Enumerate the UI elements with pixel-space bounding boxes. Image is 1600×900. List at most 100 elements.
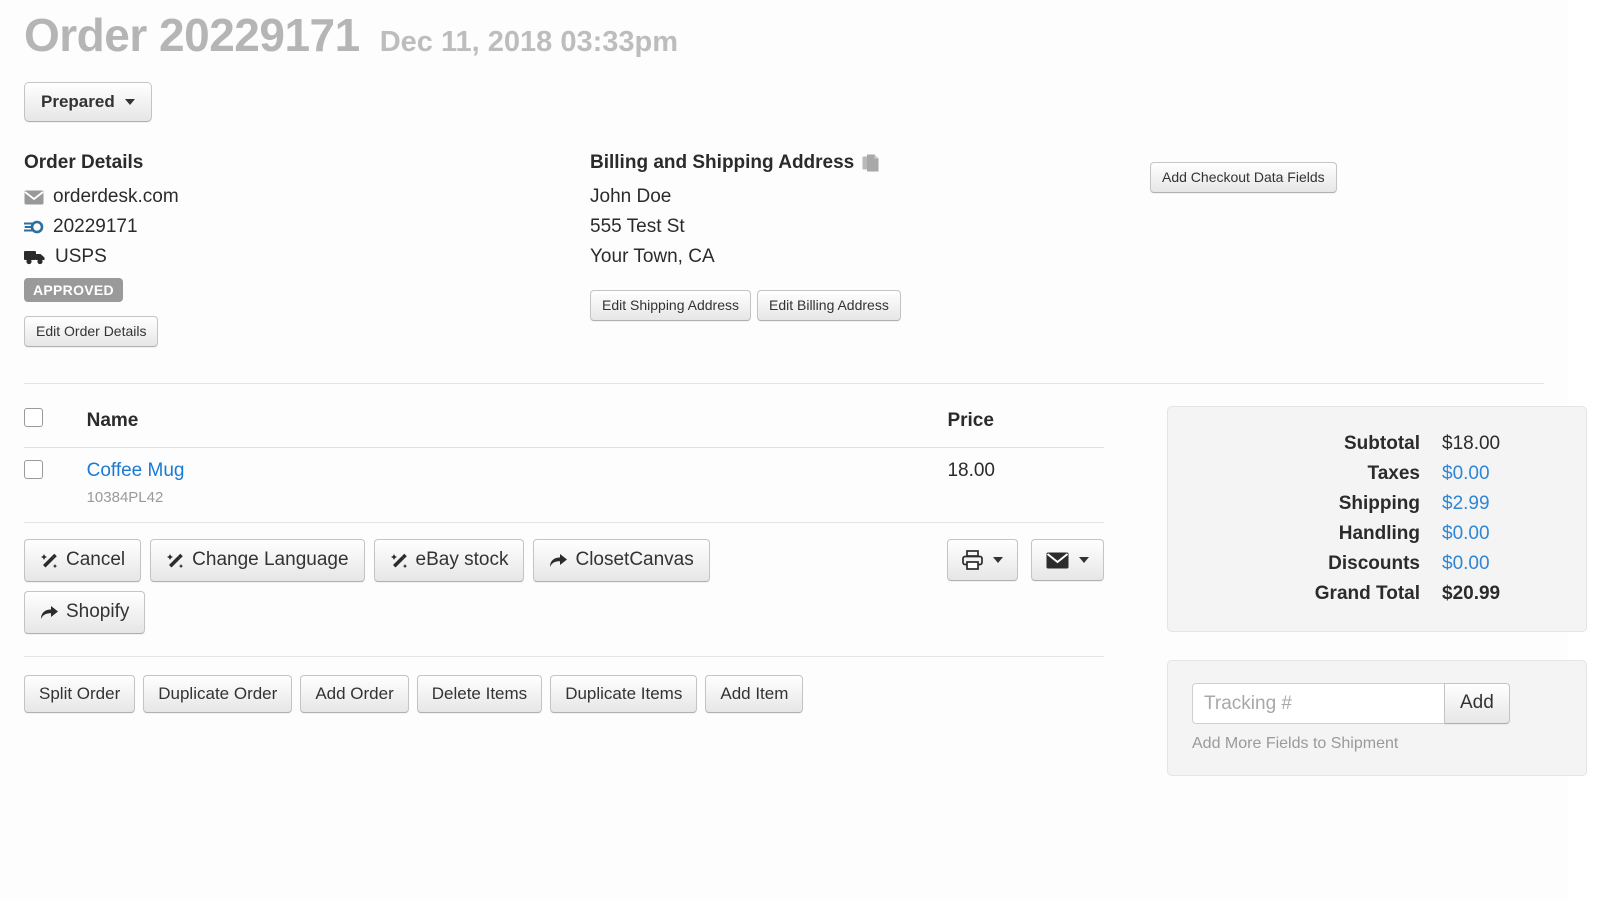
items-column: Name Price Coffee Mug 10384PL42 18.00 Ca… (24, 384, 1127, 714)
totals-row-discounts: Discounts $0.00 (1192, 549, 1562, 579)
order-source-line: orderdesk.com (24, 182, 590, 212)
add-more-fields-link[interactable]: Add More Fields to Shipment (1192, 735, 1562, 753)
order-body: Name Price Coffee Mug 10384PL42 18.00 Ca… (24, 384, 1587, 776)
item-name-cell: Coffee Mug 10384PL42 (86, 447, 948, 524)
share-arrow-icon (40, 604, 59, 621)
totals-row-shipping: Shipping $2.99 (1192, 489, 1562, 519)
order-source-value: orderdesk.com (53, 186, 179, 208)
chevron-down-icon (993, 557, 1003, 564)
totals-label: Subtotal (1344, 433, 1420, 455)
duplicate-order-button[interactable]: Duplicate Order (143, 674, 293, 714)
order-number-value: 20229171 (53, 216, 138, 238)
copy-icon[interactable] (862, 154, 879, 173)
action-shopify-button[interactable]: Shopify (24, 590, 146, 634)
edit-order-details-button[interactable]: Edit Order Details (24, 316, 159, 348)
totals-row-subtotal: Subtotal $18.00 (1192, 429, 1562, 459)
address-line: Your Town, CA (590, 246, 715, 268)
totals-row-taxes: Taxes $0.00 (1192, 459, 1562, 489)
printer-icon (962, 550, 983, 571)
totals-value[interactable]: $0.00 (1420, 549, 1562, 579)
edit-shipping-address-button[interactable]: Edit Shipping Address (590, 290, 751, 322)
item-sku: 10384PL42 (86, 489, 164, 507)
totals-list: Subtotal $18.00 Taxes $0.00 Shipping $2.… (1192, 429, 1562, 609)
action-cancel-button[interactable]: Cancel (24, 539, 142, 582)
action-label: Change Language (192, 549, 349, 571)
totals-value: $20.99 (1442, 583, 1501, 605)
tracking-row: Add (1192, 683, 1562, 724)
order-detail-page: Order 20229171 Dec 11, 2018 03:33pm Prep… (0, 0, 1587, 900)
envelope-icon (1046, 552, 1069, 569)
action-label: Cancel (66, 549, 126, 571)
action-label: ClosetCanvas (575, 549, 694, 571)
totals-value: $18.00 (1442, 433, 1501, 455)
totals-row-grand-total: Grand Total $20.99 (1192, 579, 1562, 609)
totals-label: Handling (1338, 523, 1420, 545)
magic-wand-icon (166, 551, 185, 570)
row-checkbox[interactable] (24, 460, 43, 480)
page-title: Order 20229171 (24, 9, 360, 61)
address-line: John Doe (590, 186, 672, 208)
order-details-column: Order Details orderdesk.com 20229171 USP… (24, 152, 590, 348)
totals-label: Discounts (1328, 553, 1420, 575)
add-order-button[interactable]: Add Order (300, 674, 409, 714)
carrier-value: USPS (55, 246, 107, 268)
address-column: Billing and Shipping Address John Doe 55… (590, 152, 1150, 322)
summary-columns: Order Details orderdesk.com 20229171 USP… (24, 152, 1544, 348)
item-actions-group: Cancel Change Language eBay stock Closet… (24, 539, 824, 634)
item-price: 18.00 (947, 460, 995, 482)
status-row: Prepared (24, 82, 1544, 123)
select-all-checkbox[interactable] (24, 408, 43, 428)
action-change-language-button[interactable]: Change Language (150, 539, 365, 582)
add-item-button[interactable]: Add Item (705, 674, 804, 714)
address-buttons: Edit Shipping Address Edit Billing Addre… (590, 290, 1150, 322)
shipment-panel: Add Add More Fields to Shipment (1167, 660, 1587, 776)
print-dropdown-button[interactable] (947, 539, 1018, 582)
actions-divider (24, 655, 1104, 657)
item-price-cell: 18.00 (947, 447, 1104, 524)
edit-billing-address-button[interactable]: Edit Billing Address (756, 290, 901, 322)
totals-value[interactable]: $0.00 (1420, 519, 1562, 549)
address-heading: Billing and Shipping Address (590, 152, 855, 174)
magic-wand-icon (390, 551, 409, 570)
add-tracking-button[interactable]: Add (1444, 683, 1510, 724)
action-ebay-stock-button[interactable]: eBay stock (373, 539, 525, 582)
address-line: 555 Test St (590, 216, 685, 238)
edit-order-details-row: Edit Order Details (24, 316, 590, 348)
totals-label: Grand Total (1314, 583, 1420, 605)
tracking-number-input[interactable] (1192, 683, 1444, 724)
side-column: Subtotal $18.00 Taxes $0.00 Shipping $2.… (1127, 384, 1587, 776)
column-header-price: Price (947, 398, 1104, 449)
order-tag-icon (24, 219, 44, 235)
status-badge: APPROVED (24, 278, 123, 303)
action-closetcanvas-button[interactable]: ClosetCanvas (533, 539, 710, 582)
magic-wand-icon (40, 551, 59, 570)
items-table: Name Price Coffee Mug 10384PL42 18.00 (24, 398, 1104, 524)
totals-panel: Subtotal $18.00 Taxes $0.00 Shipping $2.… (1167, 406, 1587, 633)
split-order-button[interactable]: Split Order (24, 674, 136, 714)
order-status-dropdown[interactable]: Prepared (24, 82, 152, 123)
chevron-down-icon (124, 99, 135, 106)
totals-value[interactable]: $2.99 (1420, 489, 1562, 519)
item-actions-row: Cancel Change Language eBay stock Closet… (24, 539, 1104, 634)
chevron-down-icon (1079, 557, 1089, 564)
order-date: Dec 11, 2018 03:33pm (379, 26, 678, 58)
email-dropdown-button[interactable] (1031, 539, 1104, 582)
totals-value[interactable]: $0.00 (1420, 459, 1562, 489)
order-number-line: 20229171 (24, 212, 590, 242)
table-row: Coffee Mug 10384PL42 18.00 (24, 447, 1104, 524)
action-label: Shopify (66, 600, 130, 622)
delete-items-button[interactable]: Delete Items (416, 674, 543, 714)
order-actions-row: Split Order Duplicate Order Add Order De… (24, 674, 1127, 714)
duplicate-items-button[interactable]: Duplicate Items (550, 674, 698, 714)
item-name-link[interactable]: Coffee Mug (87, 460, 185, 481)
address-heading-row: Billing and Shipping Address (590, 152, 1150, 174)
totals-label: Taxes (1367, 463, 1420, 485)
checkout-column: Add Checkout Data Fields (1150, 152, 1544, 194)
share-arrow-icon (549, 552, 568, 569)
select-all-header (24, 398, 87, 449)
add-checkout-data-fields-button[interactable]: Add Checkout Data Fields (1150, 162, 1337, 194)
items-table-header-row: Name Price (24, 398, 1104, 449)
column-header-name: Name (86, 398, 948, 449)
page-header: Order 20229171 Dec 11, 2018 03:33pm (24, 0, 1544, 74)
truck-icon (24, 249, 46, 265)
